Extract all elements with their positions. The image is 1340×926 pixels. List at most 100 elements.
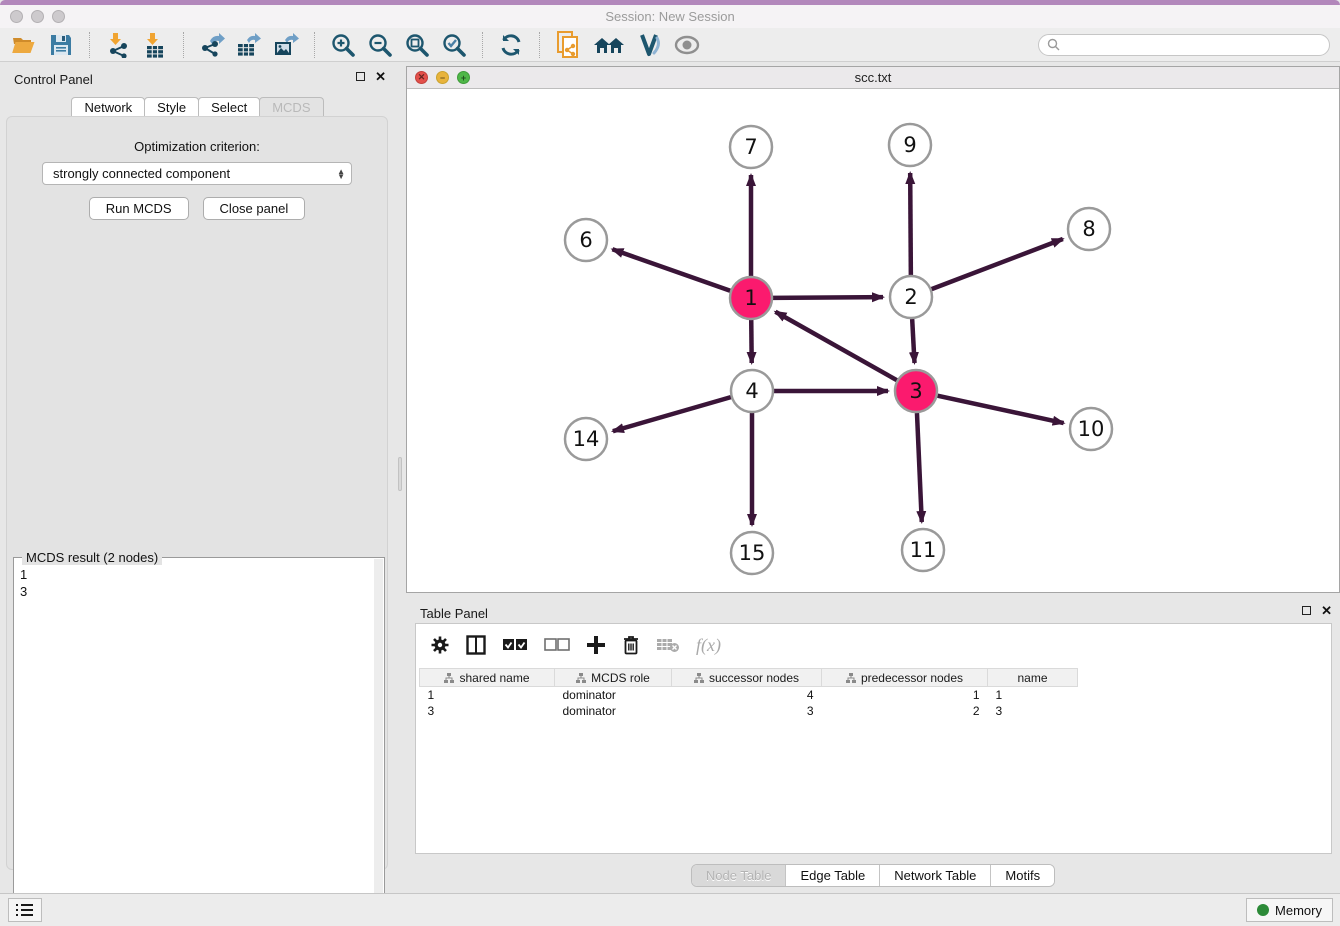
tab-edge-table[interactable]: Edge Table bbox=[786, 865, 880, 886]
table-header-row: shared name MCDS role successor nodes pr… bbox=[420, 669, 1078, 687]
network-maximize-icon[interactable]: + bbox=[457, 71, 470, 84]
tab-network[interactable]: Network bbox=[71, 97, 145, 117]
graph-node-15[interactable]: 15 bbox=[731, 532, 773, 574]
edge-1-2[interactable] bbox=[773, 297, 883, 298]
graph-node-1[interactable]: 1 bbox=[730, 277, 772, 319]
export-table-icon[interactable] bbox=[235, 31, 263, 59]
table-panel-title: Table Panel bbox=[420, 606, 488, 621]
graph-node-6[interactable]: 6 bbox=[565, 219, 607, 261]
criterion-dropdown[interactable]: strongly connected component ▲▼ bbox=[42, 162, 352, 185]
svg-text:14: 14 bbox=[573, 427, 600, 451]
tab-select[interactable]: Select bbox=[198, 97, 260, 117]
graph-node-10[interactable]: 10 bbox=[1070, 408, 1112, 450]
window-title: Session: New Session bbox=[605, 9, 734, 24]
search-field[interactable] bbox=[1038, 34, 1330, 56]
graph-node-11[interactable]: 11 bbox=[902, 529, 944, 571]
network-graph-canvas[interactable]: 7 9 6 8 1 2 4 3 14 10 15 11 bbox=[407, 89, 1339, 592]
column-settings-gear-icon[interactable] bbox=[430, 634, 450, 656]
panel-divider-handle[interactable] bbox=[398, 457, 402, 491]
edge-1-6[interactable] bbox=[612, 249, 730, 290]
vizmapper-icon[interactable] bbox=[636, 31, 664, 59]
graph-node-3[interactable]: 3 bbox=[895, 370, 937, 412]
float-panel-icon[interactable] bbox=[356, 72, 365, 81]
tab-node-table[interactable]: Node Table bbox=[692, 865, 787, 886]
apply-layout-icon[interactable] bbox=[497, 31, 525, 59]
mcds-result-text[interactable]: 1 3 bbox=[20, 566, 372, 922]
search-input[interactable] bbox=[1065, 38, 1321, 52]
run-mcds-button[interactable]: Run MCDS bbox=[89, 197, 189, 220]
table-cell[interactable]: 2 bbox=[822, 703, 988, 719]
close-panel-icon[interactable]: ✕ bbox=[375, 72, 386, 81]
zoom-in-icon[interactable] bbox=[329, 31, 357, 59]
result-scrollbar[interactable] bbox=[374, 559, 383, 923]
table-cell[interactable]: 1 bbox=[988, 687, 1078, 703]
open-session-icon[interactable] bbox=[10, 31, 38, 59]
network-file-share-icon[interactable] bbox=[554, 31, 582, 59]
table-cell[interactable]: 3 bbox=[672, 703, 822, 719]
select-all-columns-icon[interactable] bbox=[502, 634, 528, 656]
graph-node-9[interactable]: 9 bbox=[889, 124, 931, 166]
table-cell[interactable]: 1 bbox=[822, 687, 988, 703]
tab-style[interactable]: Style bbox=[144, 97, 199, 117]
network-minimize-icon[interactable]: − bbox=[436, 71, 449, 84]
task-history-button[interactable] bbox=[8, 898, 42, 922]
node-table[interactable]: shared name MCDS role successor nodes pr… bbox=[419, 668, 1078, 719]
table-row[interactable]: 3dominator323 bbox=[420, 703, 1078, 719]
status-bar: Memory bbox=[0, 893, 1340, 926]
home-icon[interactable] bbox=[591, 31, 627, 59]
zoom-out-icon[interactable] bbox=[366, 31, 394, 59]
export-image-icon[interactable] bbox=[272, 31, 300, 59]
criterion-value: strongly connected component bbox=[53, 166, 230, 181]
table-cell[interactable]: dominator bbox=[555, 703, 672, 719]
edge-3-1[interactable] bbox=[775, 312, 896, 380]
svg-text:10: 10 bbox=[1078, 417, 1105, 441]
column-header[interactable]: predecessor nodes bbox=[822, 669, 988, 687]
graph-node-4[interactable]: 4 bbox=[731, 370, 773, 412]
close-panel-button[interactable]: Close panel bbox=[203, 197, 306, 220]
table-cell[interactable]: 3 bbox=[988, 703, 1078, 719]
edge-4-14[interactable] bbox=[613, 397, 731, 431]
import-network-icon[interactable] bbox=[104, 31, 132, 59]
graph-node-2[interactable]: 2 bbox=[890, 276, 932, 318]
edge-2-9[interactable] bbox=[910, 173, 911, 275]
split-view-icon[interactable] bbox=[466, 634, 486, 656]
table-cell[interactable]: 1 bbox=[420, 687, 555, 703]
export-network-icon[interactable] bbox=[198, 31, 226, 59]
save-session-icon[interactable] bbox=[47, 31, 75, 59]
search-icon bbox=[1047, 38, 1060, 51]
import-table-icon[interactable] bbox=[141, 31, 169, 59]
tab-motifs[interactable]: Motifs bbox=[991, 865, 1054, 886]
graph-node-8[interactable]: 8 bbox=[1068, 208, 1110, 250]
graph-node-14[interactable]: 14 bbox=[565, 418, 607, 460]
column-header[interactable]: MCDS role bbox=[555, 669, 672, 687]
memory-button[interactable]: Memory bbox=[1246, 898, 1333, 922]
close-window-button[interactable] bbox=[10, 10, 23, 23]
close-table-panel-icon[interactable]: ✕ bbox=[1321, 606, 1332, 615]
table-cell[interactable]: dominator bbox=[555, 687, 672, 703]
network-window-titlebar[interactable]: ✕ − + scc.txt bbox=[407, 67, 1339, 89]
zoom-fit-icon[interactable] bbox=[403, 31, 431, 59]
column-header[interactable]: shared name bbox=[420, 669, 555, 687]
zoom-selected-icon[interactable] bbox=[440, 31, 468, 59]
window-controls[interactable] bbox=[10, 10, 65, 23]
table-row[interactable]: 1dominator411 bbox=[420, 687, 1078, 703]
table-cell[interactable]: 3 bbox=[420, 703, 555, 719]
float-table-panel-icon[interactable] bbox=[1302, 606, 1311, 615]
edge-2-3[interactable] bbox=[912, 319, 914, 363]
minimize-window-button[interactable] bbox=[31, 10, 44, 23]
column-header[interactable]: successor nodes bbox=[672, 669, 822, 687]
column-header[interactable]: name bbox=[988, 669, 1078, 687]
network-close-icon[interactable]: ✕ bbox=[415, 71, 428, 84]
edge-2-8[interactable] bbox=[932, 239, 1063, 289]
tab-mcds[interactable]: MCDS bbox=[259, 97, 323, 117]
maximize-window-button[interactable] bbox=[52, 10, 65, 23]
unselect-all-columns-icon[interactable] bbox=[544, 634, 570, 656]
add-column-plus-icon[interactable] bbox=[586, 634, 606, 656]
table-cell[interactable]: 4 bbox=[672, 687, 822, 703]
tab-network-table[interactable]: Network Table bbox=[880, 865, 991, 886]
graph-node-7[interactable]: 7 bbox=[730, 126, 772, 168]
mcds-panel: Optimization criterion: strongly connect… bbox=[6, 116, 388, 870]
edge-3-10[interactable] bbox=[937, 396, 1063, 423]
edge-3-11[interactable] bbox=[917, 413, 922, 522]
delete-column-trash-icon[interactable] bbox=[622, 634, 640, 656]
